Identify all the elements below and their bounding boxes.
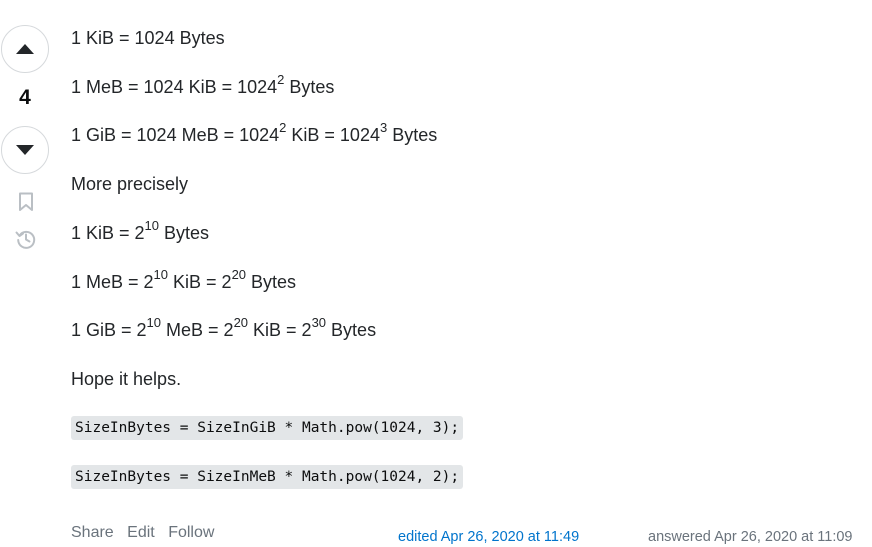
triangle-up-icon (16, 44, 34, 54)
answer-line-precisely: More precisely (71, 174, 189, 194)
bookmark-icon (19, 192, 33, 211)
follow-link[interactable]: Follow (168, 524, 214, 541)
history-button[interactable] (14, 227, 38, 251)
history-icon (15, 230, 36, 249)
bookmark-button[interactable] (14, 190, 38, 214)
downvote-button[interactable] (1, 126, 49, 174)
answer-line-gib-pow: 1 GiB = 210 MeB = 220 KiB = 230 Bytes (71, 315, 377, 340)
triangle-down-icon (16, 145, 34, 155)
answer-line-gib: 1 GiB = 1024 MeB = 10242 KiB = 10243 Byt… (71, 120, 438, 145)
vote-count: 4 (19, 86, 31, 109)
code-snippet-gib: SizeInBytes = SizeInGiB * Math.pow(1024,… (71, 416, 464, 440)
answer-line-kib: 1 KiB = 1024 Bytes (71, 28, 225, 48)
answer-line-kib-pow: 1 KiB = 210 Bytes (71, 218, 210, 243)
answer-line-meb: 1 MeB = 1024 KiB = 10242 Bytes (71, 72, 335, 97)
edited-timestamp-link[interactable]: edited Apr 26, 2020 at 11:49 (398, 527, 579, 547)
answer-line-meb-pow: 1 MeB = 210 KiB = 220 Bytes (71, 267, 297, 292)
post-menu: Share Edit Follow (71, 523, 223, 543)
code-snippet-meb: SizeInBytes = SizeInMeB * Math.pow(1024,… (71, 465, 464, 489)
answered-timestamp: answered Apr 26, 2020 at 11:09 (648, 529, 853, 545)
share-link[interactable]: Share (71, 524, 114, 541)
upvote-button[interactable] (1, 25, 49, 73)
edit-link[interactable]: Edit (127, 524, 155, 541)
answer-line-hope: Hope it helps. (71, 369, 182, 389)
